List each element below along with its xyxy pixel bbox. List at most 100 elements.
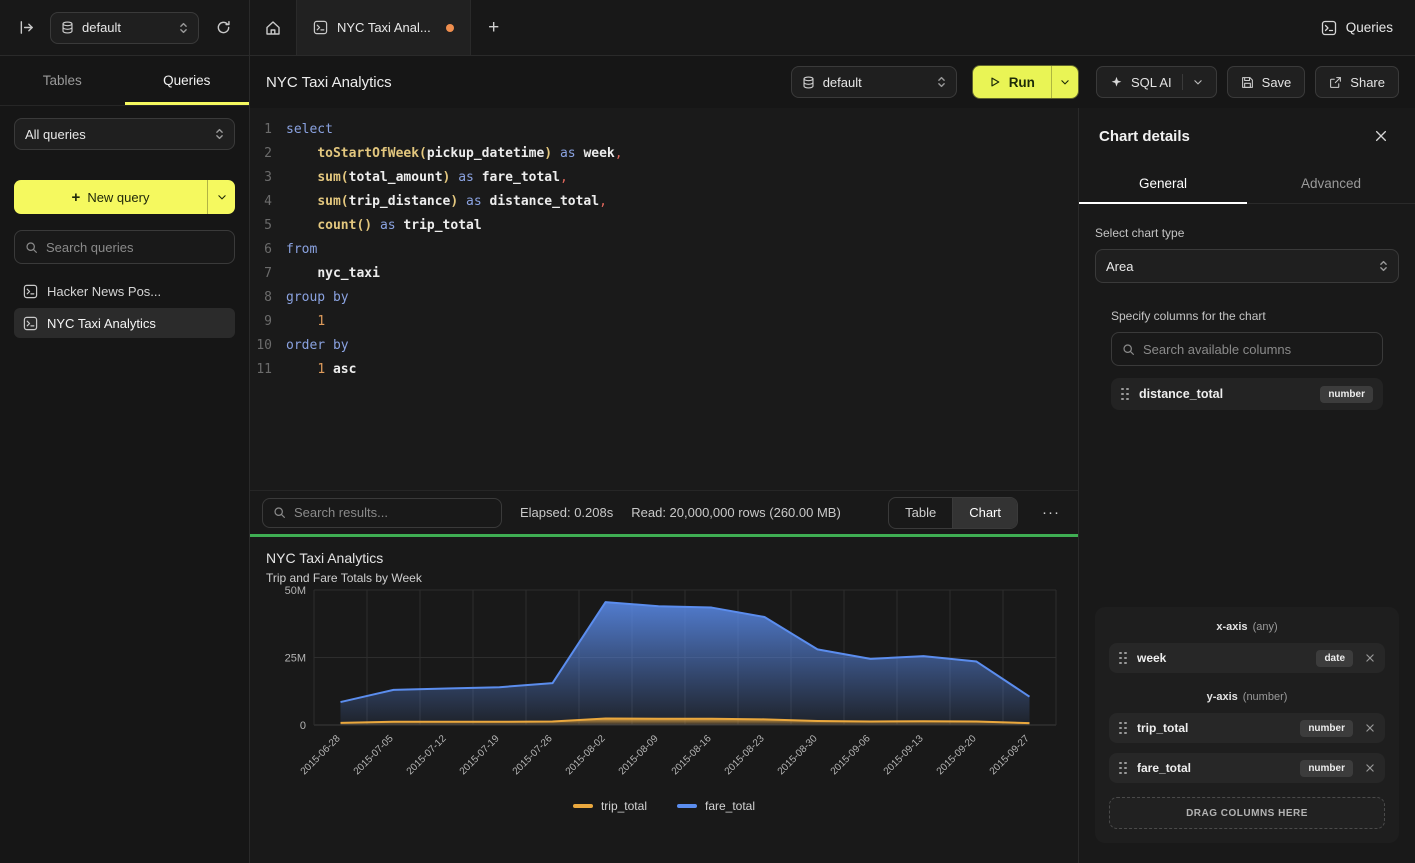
share-button[interactable]: Share (1315, 66, 1399, 98)
axis-column-name: week (1137, 651, 1166, 665)
drag-handle-icon (1119, 722, 1127, 735)
sidebar-tab-tables[interactable]: Tables (0, 56, 125, 105)
queries-button[interactable]: Queries (1321, 20, 1393, 36)
sql-ai-button[interactable]: SQL AI (1096, 66, 1217, 98)
area-chart-plot[interactable]: 025M50M2015-06-282015-07-052015-07-12201… (266, 585, 1061, 797)
legend-item[interactable]: fare_total (677, 799, 755, 813)
editor-line: 8group by (250, 286, 1078, 310)
legend-label: trip_total (601, 799, 647, 813)
code-token: , (615, 146, 623, 161)
rows-read-stats: Read: 20,000,000 rows (260.00 MB) (631, 505, 841, 520)
search-icon (273, 506, 286, 519)
run-button[interactable]: Run (973, 66, 1051, 98)
home-tab-button[interactable] (250, 0, 296, 55)
sidebar-query-item[interactable]: NYC Taxi Analytics (14, 308, 235, 338)
code-token (286, 218, 317, 233)
new-query-dropdown-button[interactable] (208, 180, 235, 214)
svg-text:2015-07-26: 2015-07-26 (511, 733, 555, 777)
code-text: from (286, 238, 317, 262)
query-search-input[interactable] (46, 240, 224, 255)
results-chart-panel: NYC Taxi Analytics Trip and Fare Totals … (250, 537, 1078, 863)
query-filter-select[interactable]: All queries (14, 118, 235, 150)
chart-details-content: Select chart type Area Specify columns f… (1079, 204, 1415, 863)
sidebar-query-item[interactable]: Hacker News Pos... (14, 276, 235, 306)
svg-text:2015-07-05: 2015-07-05 (352, 733, 396, 777)
y-axis-label: y-axis (1207, 691, 1238, 703)
legend-item[interactable]: trip_total (573, 799, 647, 813)
x-axis-item[interactable]: week date (1109, 643, 1385, 673)
remove-icon (1365, 763, 1375, 773)
legend-swatch-icon (677, 804, 697, 808)
legend-label: fare_total (705, 799, 755, 813)
save-icon (1241, 76, 1254, 89)
code-token: toStartOfWeek( (317, 146, 427, 161)
remove-axis-column-button[interactable] (1365, 653, 1375, 663)
sql-editor[interactable]: 1select2 toStartOfWeek(pickup_datetime) … (250, 108, 1078, 490)
svg-text:50M: 50M (285, 585, 306, 597)
available-column-item[interactable]: distance_totalnumber (1111, 378, 1383, 410)
chart-details-tabs: General Advanced (1079, 164, 1415, 204)
database-selector[interactable]: default (50, 12, 199, 44)
close-panel-button[interactable] (1367, 122, 1395, 150)
query-list: Hacker News Pos... NYC Taxi Analytics (14, 276, 235, 338)
run-label: Run (1009, 75, 1035, 90)
play-icon (989, 76, 1001, 88)
workspace-body: 1select2 toStartOfWeek(pickup_datetime) … (250, 108, 1415, 863)
run-options-button[interactable] (1052, 66, 1078, 98)
legend-swatch-icon (573, 804, 593, 808)
y-axis-items: trip_totalnumber fare_totalnumber (1109, 703, 1385, 783)
remove-axis-column-button[interactable] (1365, 723, 1375, 733)
query-filter-value: All queries (25, 127, 207, 142)
x-axis-label: x-axis (1216, 621, 1247, 633)
tab-strip: NYC Taxi Anal... + (250, 0, 1321, 55)
more-options-button[interactable]: ··· (1036, 504, 1066, 521)
tab-advanced[interactable]: Advanced (1247, 164, 1415, 203)
home-icon (265, 20, 281, 36)
line-number: 3 (250, 166, 286, 190)
refresh-button[interactable] (209, 14, 237, 42)
y-axis-item[interactable]: trip_totalnumber (1109, 713, 1385, 743)
sparkle-icon (1110, 76, 1123, 89)
editor-line: 4 sum(trip_distance) as distance_total, (250, 190, 1078, 214)
axis-column-type-badge: date (1316, 650, 1353, 667)
updown-chevrons-icon (215, 127, 224, 141)
save-button[interactable]: Save (1227, 66, 1306, 98)
line-number: 4 (250, 190, 286, 214)
code-token: as (458, 170, 474, 185)
axis-column-type-badge: number (1300, 720, 1353, 737)
query-item-label: NYC Taxi Analytics (47, 316, 156, 331)
drag-columns-drop-zone[interactable]: DRAG COLUMNS HERE (1109, 797, 1385, 829)
chart-subtitle: Trip and Fare Totals by Week (266, 571, 1062, 585)
tab-nyc-taxi-analytics[interactable]: NYC Taxi Anal... (296, 0, 471, 55)
chevron-down-icon (217, 192, 227, 202)
query-title: NYC Taxi Analytics (266, 74, 392, 91)
new-tab-button[interactable]: + (471, 0, 517, 55)
code-token: as (380, 218, 396, 233)
tab-general[interactable]: General (1079, 164, 1247, 203)
collapse-sidebar-button[interactable] (12, 14, 40, 42)
results-search-input[interactable] (294, 505, 491, 520)
columns-search-input[interactable] (1143, 342, 1372, 357)
remove-axis-column-button[interactable] (1365, 763, 1375, 773)
unsaved-changes-dot (446, 24, 454, 32)
editor-line: 6from (250, 238, 1078, 262)
code-text: sum(total_amount) as fare_total, (286, 166, 568, 190)
run-database-selector[interactable]: default (791, 66, 957, 98)
x-axis-hint: (any) (1253, 621, 1278, 633)
code-token: distance_total (490, 194, 600, 209)
body: Tables Queries All queries + New query (0, 56, 1415, 863)
code-token: ) (544, 146, 552, 161)
code-token: sum( (317, 194, 348, 209)
share-label: Share (1350, 75, 1385, 90)
column-type-badge: number (1320, 386, 1373, 403)
code-token (482, 194, 490, 209)
chart-type-select[interactable]: Area (1095, 249, 1399, 283)
new-query-button[interactable]: + New query (14, 180, 207, 214)
sidebar-tab-queries[interactable]: Queries (125, 56, 250, 105)
workspace: NYC Taxi Analytics default Run (250, 56, 1415, 863)
save-label: Save (1262, 75, 1292, 90)
share-icon (1329, 76, 1342, 89)
chart-view-button[interactable]: Chart (952, 498, 1017, 528)
y-axis-item[interactable]: fare_totalnumber (1109, 753, 1385, 783)
table-view-button[interactable]: Table (889, 498, 952, 528)
